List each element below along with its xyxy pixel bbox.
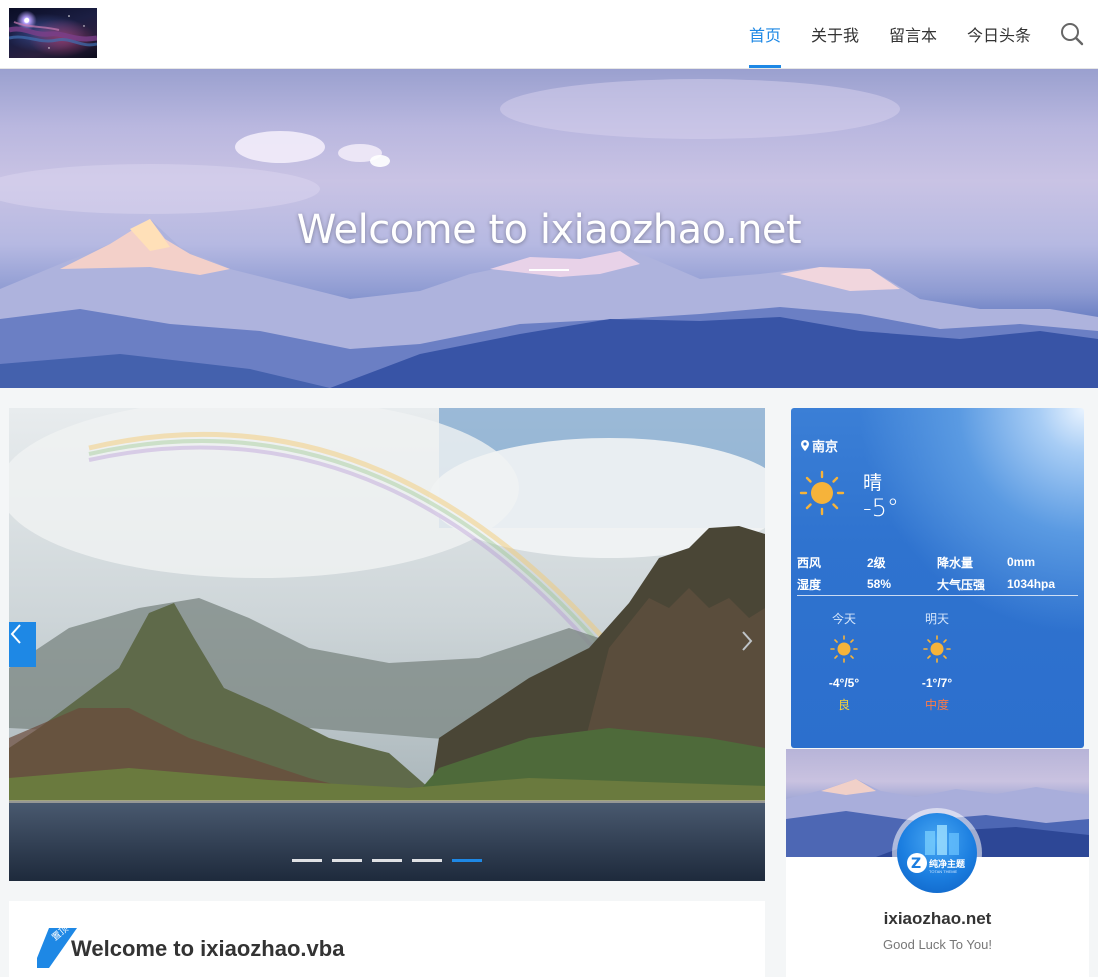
weather-condition: 晴 [863,473,883,494]
air-quality-badge: 中度 [924,698,949,712]
slider-dot-active[interactable] [452,859,482,862]
slider-dot[interactable] [332,859,362,862]
nav-item-about[interactable]: 关于我 [796,0,874,68]
weather-stats: 西风 2级 降水量 0mm 湿度 58% 大气压强 1034hpa [797,551,1077,595]
nav-item-home[interactable]: 首页 [734,0,796,68]
slider-next-button[interactable] [741,630,761,660]
chevron-right-icon [742,631,753,651]
profile-name: ixiaozhao.net [883,909,992,928]
pressure-label: 大气压强 [937,577,986,592]
search-icon [1061,23,1084,46]
air-quality-badge: 良 [837,698,850,712]
site-logo[interactable] [9,8,97,58]
weather-widget: 南京 晴 -5° 西风 2级 降水量 0mm 湿度 58% 大气压强 1034h… [791,408,1084,748]
profile-motto: Good Luck To You! [883,937,992,952]
slider-pagination [292,859,482,862]
avatar-subtitle: TOTAN THEME [929,869,958,874]
banner-divider [529,269,569,271]
weather-city: 南京 [801,436,838,455]
weather-stats-row: 西风 2级 降水量 0mm [797,551,1077,573]
theme-logo-icon: Z [907,825,959,873]
profile-avatar[interactable]: Z 纯净主题 TOTAN THEME [892,808,982,898]
forecast-temp: -4°/5° [828,676,860,690]
forecast-tomorrow: 明天 -1°/7° 中度 [907,610,967,714]
slider-dot[interactable] [412,859,442,862]
hero-banner: Welcome to ixiaozhao.net [0,69,1098,388]
forecast-day-label: 今天 [831,612,856,626]
pressure-value: 1034hpa [1007,577,1056,591]
chevron-left-icon [10,624,21,644]
humidity-label: 湿度 [797,577,822,592]
precipitation-label: 降水量 [937,555,974,570]
profile-card: Z 纯净主题 TOTAN THEME ixiaozhao.net Good Lu… [786,749,1089,977]
location-pin-icon [801,440,809,451]
banner-title: Welcome to ixiaozhao.net [296,207,802,253]
weather-city-label: 南京 [812,439,839,454]
weather-temperature: -5° [863,494,899,522]
wind-direction: 西风 [797,555,822,570]
nav-item-headlines[interactable]: 今日头条 [952,0,1046,68]
sunny-icon [830,635,858,663]
weather-stats-row: 湿度 58% 大气压强 1034hpa [797,573,1077,595]
image-slider[interactable] [9,408,765,881]
slider-dot[interactable] [372,859,402,862]
sunny-icon [799,470,845,516]
precipitation-value: 0mm [1007,555,1036,569]
forecast-today: 今天 -4°/5° 良 [814,610,874,714]
weather-divider [797,595,1078,596]
slide-image [9,408,765,881]
main-nav: 首页 关于我 留言本 今日头条 [734,0,1098,68]
wind-level: 2级 [867,555,886,570]
post-card: 置顶 Welcome to ixiaozhao.vba [9,901,765,977]
svg-text:Z: Z [911,856,921,872]
slider-prev-button[interactable] [9,622,36,667]
slider-dot[interactable] [292,859,322,862]
sunny-icon [923,635,951,663]
search-button[interactable] [1046,0,1098,68]
site-header: 首页 关于我 留言本 今日头条 [0,0,1098,69]
post-title[interactable]: Welcome to ixiaozhao.vba [71,936,344,962]
humidity-value: 58% [867,577,892,591]
forecast-day-label: 明天 [924,612,949,626]
forecast-temp: -1°/7° [921,676,953,690]
nav-item-guestbook[interactable]: 留言本 [874,0,952,68]
